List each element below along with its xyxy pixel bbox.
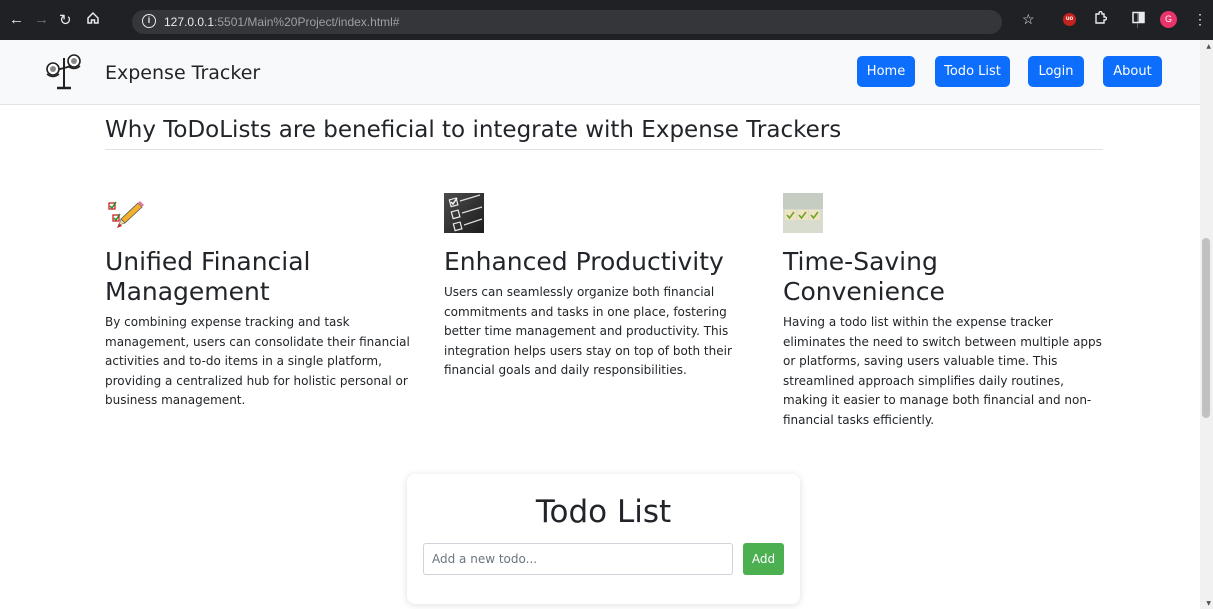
nav-home-button[interactable]: Home bbox=[857, 56, 915, 87]
home-icon[interactable] bbox=[86, 11, 100, 29]
balance-scale-logo-icon[interactable] bbox=[45, 52, 83, 92]
url-host: 127.0.0.1 bbox=[164, 15, 215, 29]
forward-arrow-icon[interactable]: → bbox=[34, 11, 49, 28]
extensions-puzzle-icon[interactable] bbox=[1093, 10, 1108, 28]
site-navbar: Expense Tracker Home Todo List Login Abo… bbox=[0, 40, 1200, 105]
menu-kebab-icon[interactable]: ⋮ bbox=[1193, 11, 1207, 28]
nav-todo-list-button[interactable]: Todo List bbox=[935, 56, 1010, 87]
todo-title: Todo List bbox=[535, 494, 672, 530]
scroll-down-arrow-icon[interactable]: ▼ bbox=[1206, 600, 1211, 607]
feature-description: Users can seamlessly organize both finan… bbox=[444, 285, 732, 377]
pencil-checklist-icon bbox=[108, 201, 144, 228]
todo-input[interactable] bbox=[423, 543, 733, 575]
feature-description: By combining expense tracking and task m… bbox=[105, 315, 410, 407]
feature-card: Time-Saving Convenience Having a todo li… bbox=[783, 193, 1103, 430]
reload-icon[interactable]: ↻ bbox=[59, 11, 72, 29]
feature-card: Enhanced Productivity Users can seamless… bbox=[444, 193, 764, 381]
nav-about-button[interactable]: About bbox=[1103, 56, 1162, 87]
feature-title: Time-Saving Convenience bbox=[783, 247, 945, 306]
navbar-brand[interactable]: Expense Tracker bbox=[105, 62, 260, 84]
section-divider bbox=[105, 149, 1103, 150]
url-text[interactable]: 127.0.0.1:5501/Main%20Project/index.html… bbox=[164, 15, 399, 29]
feature-title: Unified Financial Management bbox=[105, 247, 311, 306]
ublock-extension-icon[interactable]: uo bbox=[1063, 13, 1076, 26]
bookmark-star-icon[interactable]: ☆ bbox=[1022, 11, 1035, 28]
feature-card: Unified Financial Management By combinin… bbox=[105, 193, 425, 411]
scrollbar-thumb[interactable] bbox=[1202, 238, 1210, 418]
scroll-up-arrow-icon[interactable]: ▲ bbox=[1206, 43, 1211, 50]
feature-description: Having a todo list within the expense tr… bbox=[783, 315, 1102, 427]
url-path: :5501/Main%20Project/index.html# bbox=[214, 15, 400, 29]
back-arrow-icon[interactable]: ← bbox=[9, 11, 24, 28]
section-title: Why ToDoLists are beneficial to integrat… bbox=[105, 117, 842, 143]
add-todo-button[interactable]: Add bbox=[743, 543, 784, 575]
browser-toolbar: ← → ↻ i 127.0.0.1:5501/Main%20Project/in… bbox=[0, 0, 1213, 40]
checkbox-list-icon bbox=[444, 193, 484, 233]
address-bar[interactable]: i 127.0.0.1:5501/Main%20Project/index.ht… bbox=[132, 10, 1002, 34]
nav-login-button[interactable]: Login bbox=[1028, 56, 1084, 87]
side-panel-icon[interactable] bbox=[1132, 11, 1145, 27]
feature-title: Enhanced Productivity bbox=[444, 247, 724, 276]
checkmarks-icon bbox=[783, 193, 823, 233]
profile-avatar[interactable]: G bbox=[1160, 11, 1177, 28]
todo-card: Todo List Add bbox=[407, 474, 800, 604]
site-info-icon[interactable]: i bbox=[142, 14, 156, 28]
